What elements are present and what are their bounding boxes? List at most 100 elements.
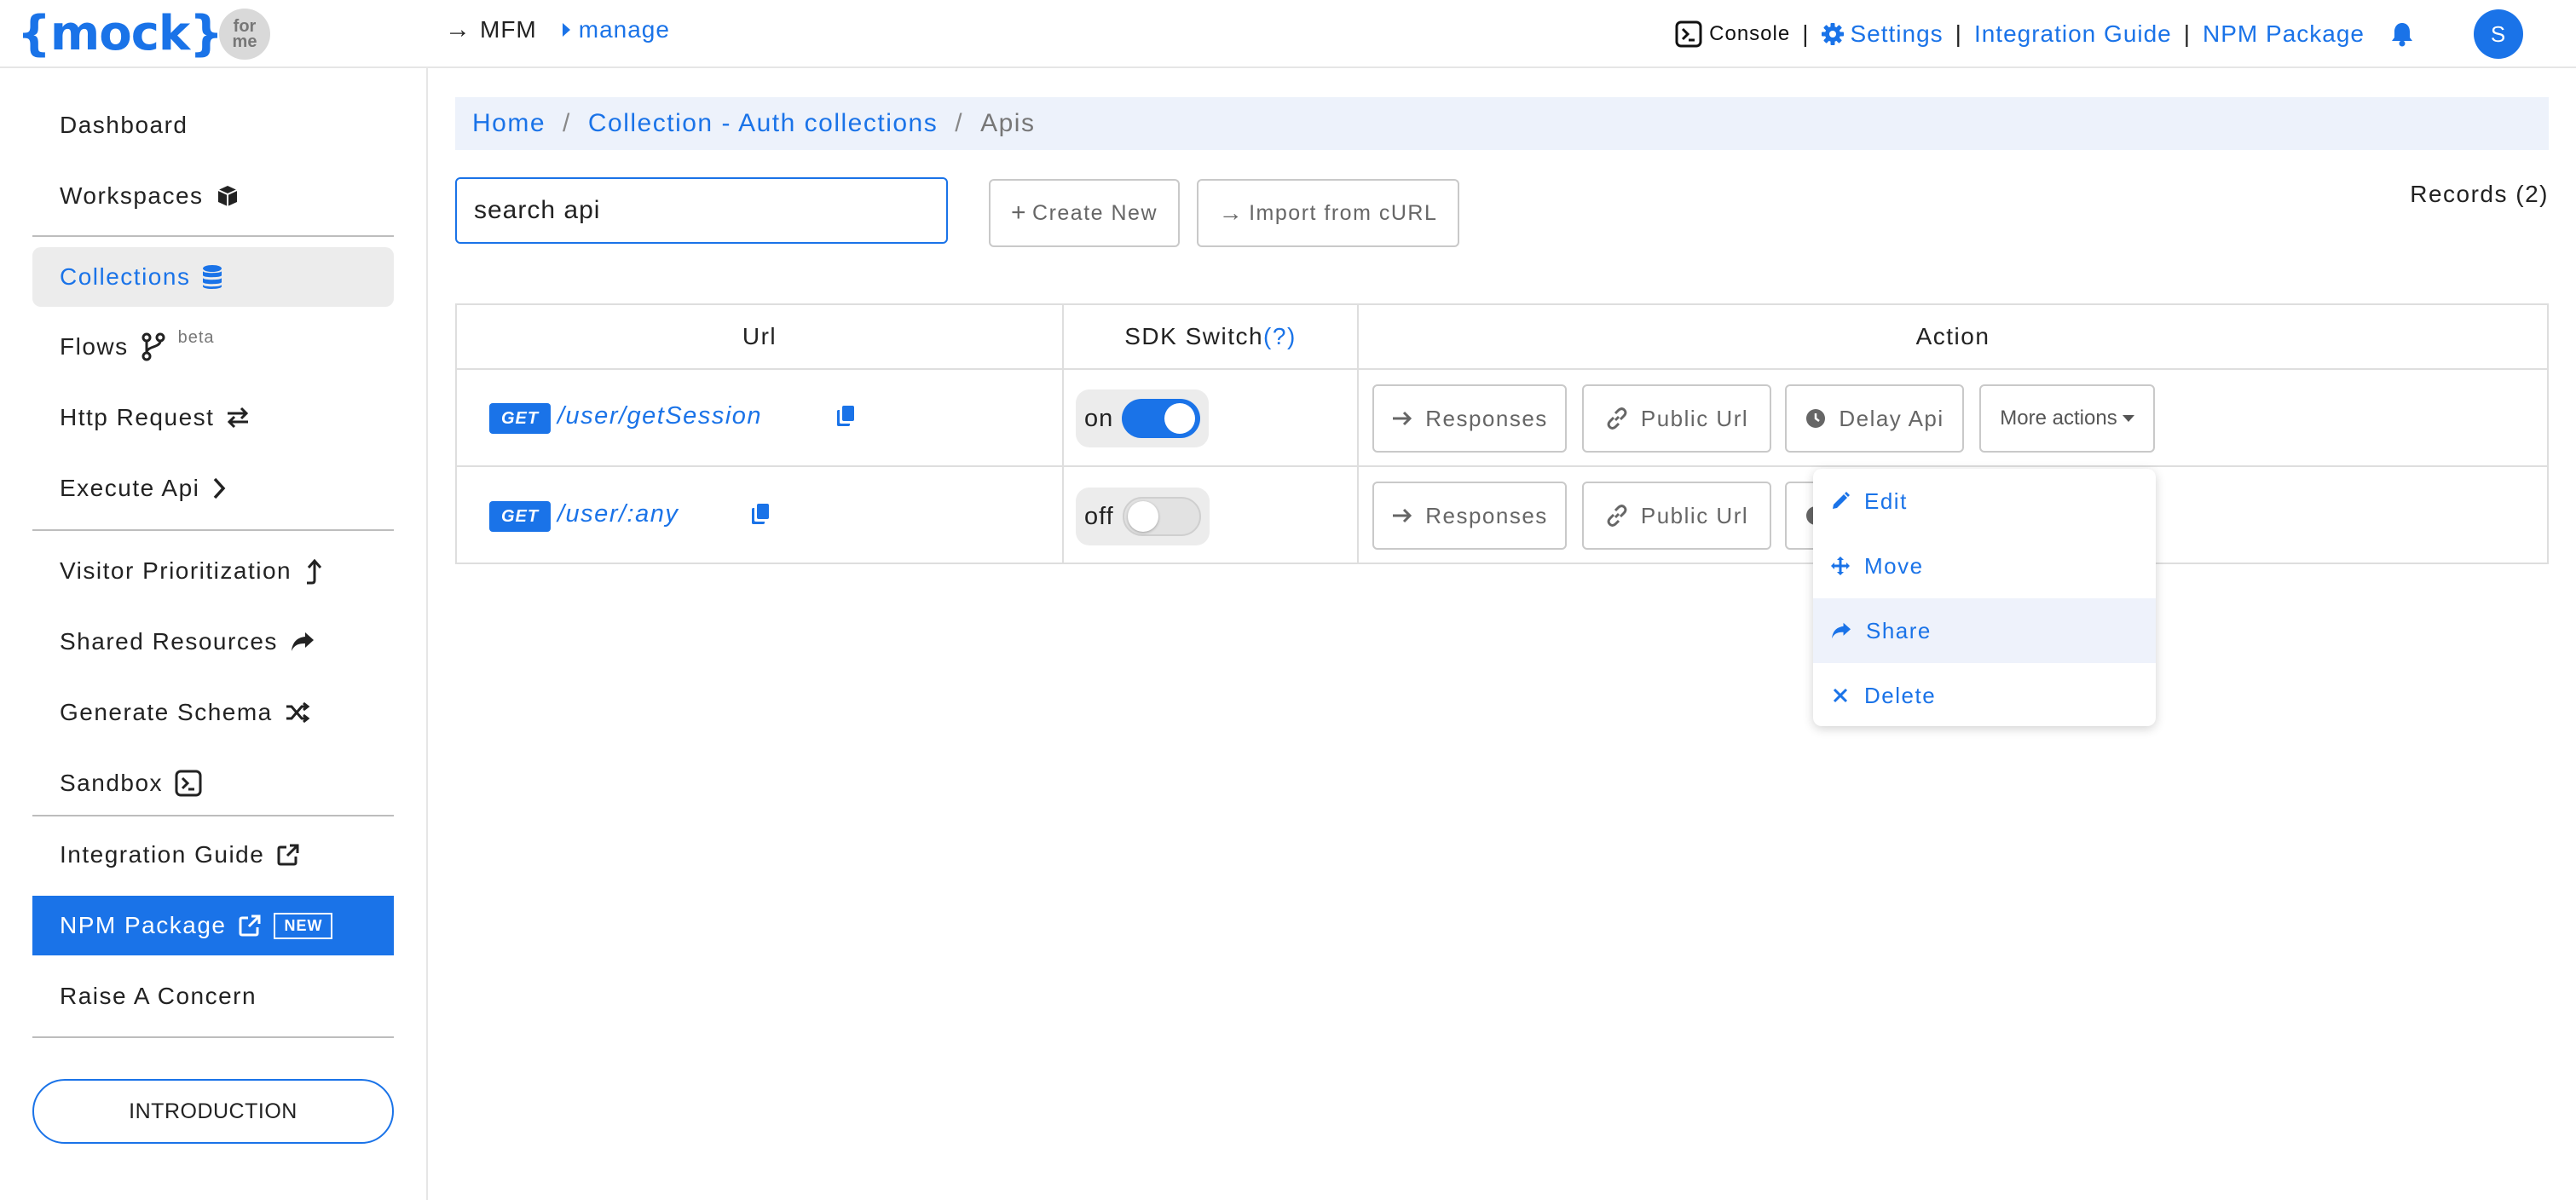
sidebar-item-shared-resources[interactable]: Shared Resources — [32, 612, 394, 672]
crumb-manage[interactable]: manage — [579, 16, 670, 43]
sdk-help-link[interactable]: (?) — [1263, 323, 1297, 350]
breadcrumb-home[interactable]: Home — [472, 109, 546, 138]
public-url-label: Public Url — [1640, 502, 1749, 528]
sidebar-item-label: Sandbox — [60, 770, 164, 796]
menu-item-label: Delete — [1864, 682, 1937, 708]
sidebar-divider — [32, 1036, 394, 1038]
avatar[interactable]: S — [2474, 9, 2523, 59]
copy-icon[interactable] — [835, 404, 856, 428]
create-new-button[interactable]: + Create New — [989, 179, 1180, 247]
sidebar-item-npm-package[interactable]: NPM Package NEW — [32, 896, 394, 955]
breadcrumb-current: Apis — [980, 109, 1036, 137]
sidebar-item-label: Flows — [60, 333, 129, 360]
delay-api-button[interactable]: Delay Api — [1785, 384, 1964, 453]
api-path-link[interactable]: /user/getSession — [557, 402, 762, 430]
sidebar-item-label: Integration Guide — [60, 841, 265, 868]
sidebar: Dashboard Workspaces Collections Flows b… — [0, 68, 428, 1200]
sidebar-item-dashboard[interactable]: Dashboard — [32, 95, 394, 155]
share-icon — [1832, 622, 1851, 639]
responses-label: Responses — [1425, 405, 1548, 431]
delay-api-label: Delay Api — [1839, 405, 1944, 431]
more-actions-dropdown: Edit Move Share Delete — [1813, 469, 2156, 726]
responses-button[interactable]: Responses — [1372, 384, 1567, 453]
npm-package-link[interactable]: NPM Package — [2203, 20, 2365, 48]
bell-icon[interactable] — [2390, 21, 2414, 47]
breadcrumb-collection[interactable]: Collection - Auth collections — [588, 109, 938, 138]
sdk-toggle[interactable]: off — [1076, 488, 1210, 545]
sidebar-item-integration-guide[interactable]: Integration Guide — [32, 825, 394, 885]
arrow-right-icon — [1393, 411, 1412, 426]
branch-icon — [142, 332, 165, 361]
more-actions-button[interactable]: More actions — [1979, 384, 2155, 453]
database-icon — [203, 265, 222, 289]
toggle-switch[interactable] — [1122, 497, 1201, 536]
arrow-right-icon: → — [1218, 199, 1245, 226]
public-url-button[interactable]: Public Url — [1582, 384, 1771, 453]
sidebar-item-visitor-prioritization[interactable]: Visitor Prioritization — [32, 541, 394, 601]
sidebar-item-label: Raise A Concern — [60, 983, 257, 1009]
sidebar-item-raise-a-concern[interactable]: Raise A Concern — [32, 966, 394, 1026]
table-row: GET /user/:any off Responses Public Url … — [457, 467, 2547, 564]
method-badge: GET — [489, 403, 551, 434]
share-icon — [291, 632, 314, 651]
sidebar-item-label: Generate Schema — [60, 699, 273, 725]
close-icon — [1833, 688, 1848, 703]
caret-right-icon — [562, 23, 570, 37]
sidebar-item-label: Shared Resources — [60, 628, 278, 655]
console-link[interactable]: Console — [1675, 20, 1790, 48]
public-url-label: Public Url — [1640, 405, 1749, 431]
breadcrumb: Home / Collection - Auth collections / A… — [455, 97, 2549, 150]
menu-item-move[interactable]: Move — [1813, 534, 2156, 598]
header-action: Action — [1915, 323, 1990, 349]
settings-link[interactable]: Settings — [1821, 20, 1943, 48]
api-table: Url SDK Switch (?) Action GET /user/getS… — [455, 303, 2549, 564]
top-breadcrumb: → MFM manage — [445, 15, 670, 44]
external-link-icon — [277, 844, 299, 866]
new-badge: NEW — [274, 912, 333, 939]
menu-item-label: Share — [1866, 617, 1932, 643]
crumb-root[interactable]: MFM — [480, 16, 537, 43]
responses-button[interactable]: Responses — [1372, 482, 1567, 550]
exchange-icon — [228, 407, 249, 429]
create-new-label: Create New — [1032, 200, 1158, 225]
header-sdk-switch: SDK Switch (?) — [1064, 305, 1357, 368]
sidebar-item-execute-api[interactable]: Execute Api — [32, 459, 394, 518]
sidebar-item-label: Visitor Prioritization — [60, 557, 292, 584]
sidebar-item-http-request[interactable]: Http Request — [32, 388, 394, 447]
header-sdk-label: SDK Switch — [1124, 323, 1264, 349]
sidebar-item-collections[interactable]: Collections — [32, 247, 394, 307]
records-count: Records (2) — [2410, 181, 2549, 207]
sidebar-item-sandbox[interactable]: Sandbox — [32, 753, 394, 813]
link-icon — [1607, 407, 1627, 430]
toggle-switch[interactable] — [1122, 399, 1201, 438]
copy-icon[interactable] — [750, 502, 771, 526]
app-logo[interactable]: {mock} for me — [17, 7, 270, 61]
sidebar-item-label: Dashboard — [60, 112, 188, 138]
sdk-toggle-label: off — [1084, 502, 1114, 530]
menu-item-delete[interactable]: Delete — [1813, 663, 2156, 728]
menu-item-label: Move — [1864, 552, 1924, 579]
introduction-button[interactable]: INTRODUCTION — [32, 1079, 394, 1144]
integration-guide-link[interactable]: Integration Guide — [1974, 20, 2172, 48]
settings-label: Settings — [1850, 20, 1944, 47]
table-row: GET /user/getSession on Responses Public… — [457, 370, 2547, 467]
sidebar-item-label: Workspaces — [60, 182, 204, 209]
menu-item-share[interactable]: Share — [1813, 598, 2156, 663]
search-input[interactable] — [455, 177, 948, 244]
public-url-button[interactable]: Public Url — [1582, 482, 1771, 550]
sidebar-divider — [32, 815, 394, 816]
breadcrumb-separator: / — [563, 109, 571, 137]
sidebar-item-workspaces[interactable]: Workspaces — [32, 166, 394, 226]
sidebar-item-label: Execute Api — [60, 475, 200, 501]
menu-item-edit[interactable]: Edit — [1813, 469, 2156, 534]
sidebar-item-flows[interactable]: Flows beta — [32, 317, 394, 377]
console-label: Console — [1709, 22, 1791, 45]
import-curl-button[interactable]: → Import from cURL — [1197, 179, 1459, 247]
arrow-right-icon — [1393, 508, 1412, 523]
api-path-link[interactable]: /user/:any — [557, 500, 679, 528]
plus-icon: + — [1010, 199, 1028, 227]
terminal-icon — [175, 770, 202, 797]
header-url: Url — [742, 323, 777, 349]
sdk-toggle[interactable]: on — [1076, 389, 1210, 447]
sidebar-item-generate-schema[interactable]: Generate Schema — [32, 683, 394, 742]
